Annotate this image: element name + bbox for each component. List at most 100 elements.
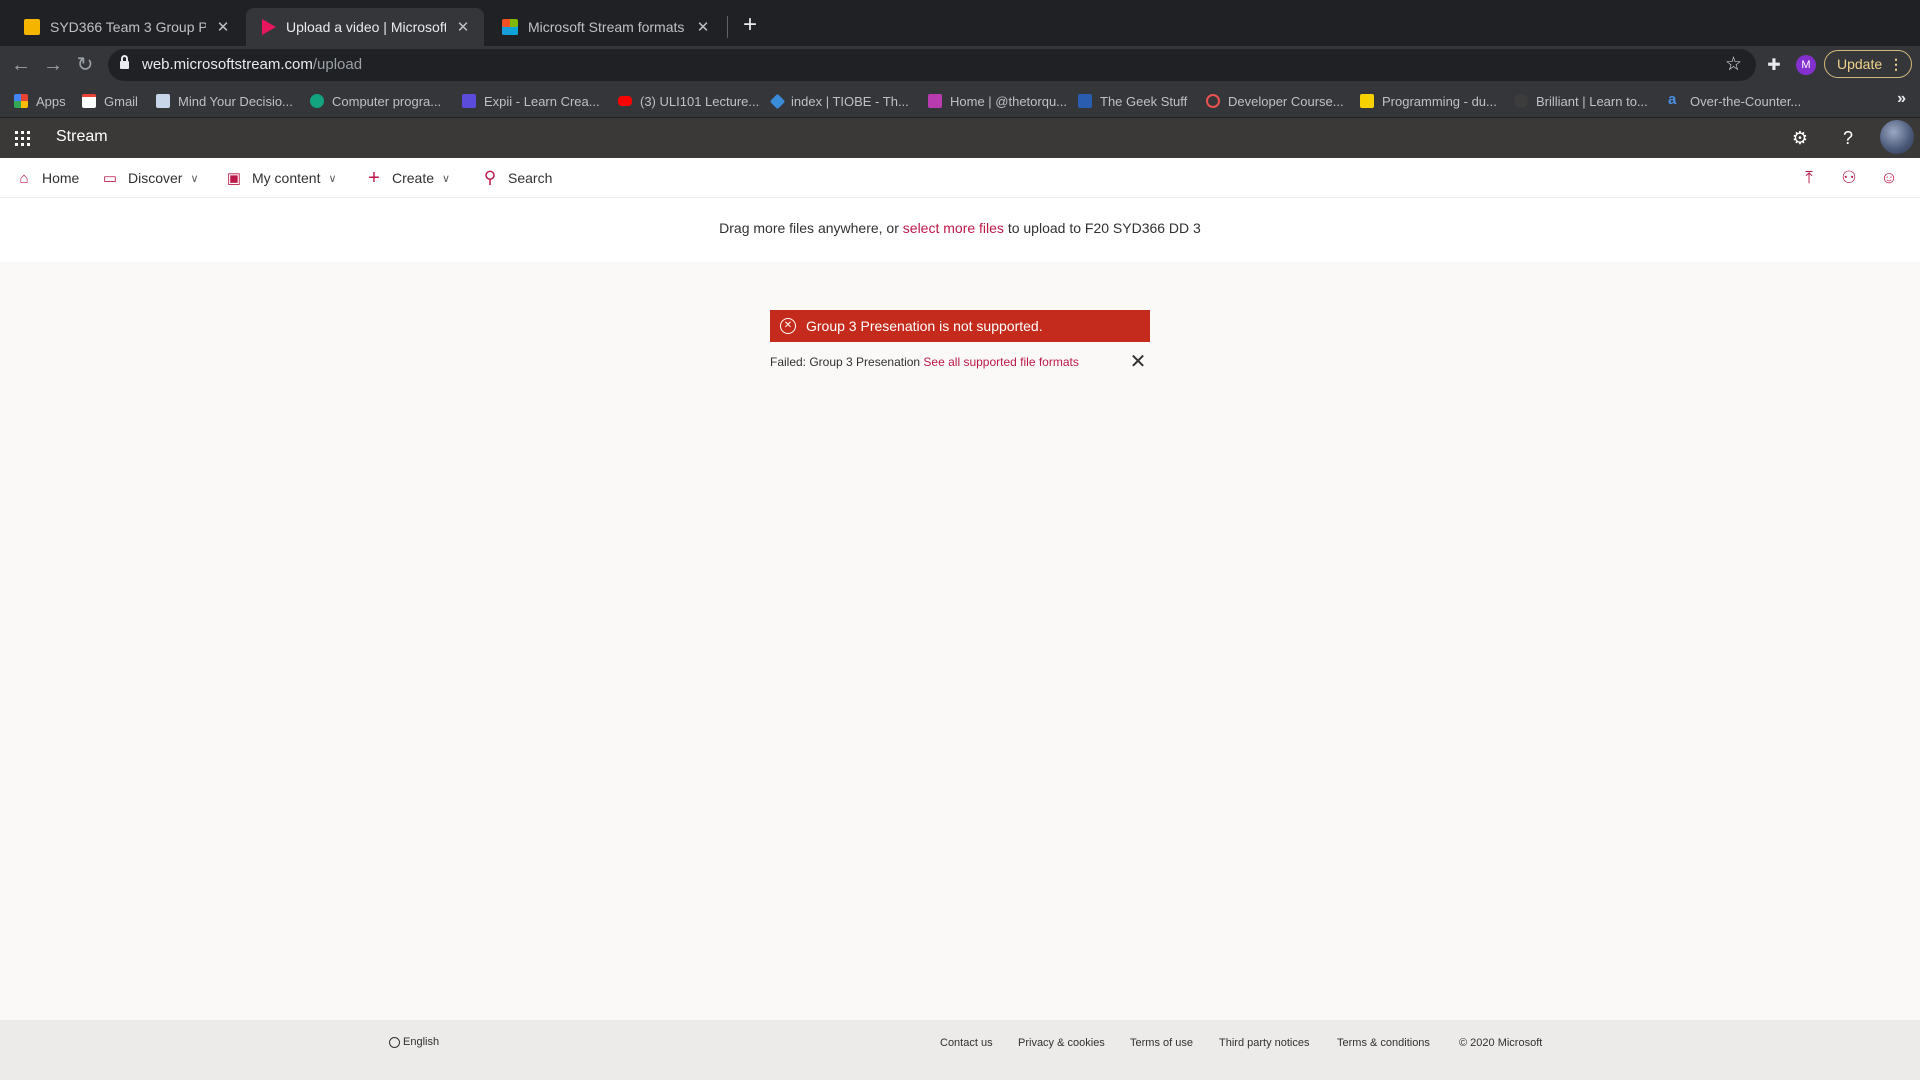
footer-link-third-party[interactable]: Third party notices <box>1219 1037 1309 1049</box>
chevron-down-icon: ∨ <box>328 172 337 185</box>
nav-create[interactable]: + Create ∨ <box>366 158 450 198</box>
bookmark-label: Brilliant | Learn to... <box>1536 93 1648 109</box>
upload-drop-area[interactable]: Drag more files anywhere, or select more… <box>0 198 1920 262</box>
extensions-puzzle-icon[interactable]: ✚ <box>1764 55 1784 75</box>
more-menu-icon: ⋮ <box>1889 56 1903 72</box>
user-avatar[interactable] <box>1880 120 1914 154</box>
home-icon <box>928 94 942 108</box>
help-icon[interactable]: ? <box>1836 126 1860 150</box>
close-tab-icon[interactable]: ✕ <box>694 18 712 36</box>
language-selector[interactable]: English <box>389 1036 439 1048</box>
close-icon[interactable]: ✕ <box>1128 352 1148 372</box>
nav-discover-label: Discover <box>128 170 183 186</box>
brilliant-icon <box>1514 94 1528 108</box>
nav-home[interactable]: ⌂ Home <box>16 158 79 198</box>
bookmark-label: index | TIOBE - Th... <box>791 93 909 109</box>
select-more-files-link[interactable]: select more files <box>903 220 1004 236</box>
bookmark-label: Mind Your Decisio... <box>178 93 293 109</box>
lock-icon <box>120 55 129 70</box>
nav-create-label: Create <box>392 170 435 186</box>
person-add-icon[interactable]: ⚇ <box>1838 167 1860 189</box>
settings-gear-icon[interactable]: ⚙ <box>1788 126 1812 150</box>
bookmark-geek-stuff[interactable]: The Geek Stuff <box>1078 92 1187 110</box>
bookmark-label: Home | @thetorqu... <box>950 93 1068 109</box>
bookmark-tiobe[interactable]: index | TIOBE - Th... <box>769 92 909 110</box>
nav-home-label: Home <box>42 170 80 186</box>
stream-nav-bar: ⌂ Home ▭ Discover ∨ ▣ My content ∨ + Create ∨ ⚲… <box>0 158 1920 198</box>
nav-my-content[interactable]: ▣ My content ∨ <box>226 158 337 198</box>
browser-tab-strip: SYD366 Team 3 Group Present ✕ Upload a v… <box>0 0 1920 46</box>
search-placeholder: Search <box>508 170 553 186</box>
failed-text: Failed: Group 3 Presenation <box>770 355 924 369</box>
chevron-down-icon: ∨ <box>442 172 451 185</box>
close-tab-icon[interactable]: ✕ <box>214 18 232 36</box>
supported-formats-link[interactable]: See all supported file formats <box>923 355 1078 369</box>
bookmark-label: The Geek Stuff <box>1100 93 1188 109</box>
language-label: English <box>403 1036 440 1048</box>
bookmark-expii[interactable]: Expii - Learn Crea... <box>462 92 600 110</box>
nav-discover[interactable]: ▭ Discover ∨ <box>102 158 199 198</box>
d-icon <box>1360 94 1374 108</box>
amazon-icon: a <box>1668 91 1677 108</box>
shield-icon <box>310 94 324 108</box>
bookmark-youtube[interactable]: (3) ULI101 Lecture... <box>618 92 759 110</box>
bookmark-over-the-counter[interactable]: a Over-the-Counter... <box>1668 92 1801 110</box>
footer-link-terms-conditions[interactable]: Terms & conditions <box>1337 1037 1430 1049</box>
browser-tab[interactable]: Microsoft Stream formats and ✕ <box>486 8 724 46</box>
footer-link-contact[interactable]: Contact us <box>940 1037 993 1049</box>
failed-upload-line: Failed: Group 3 Presenation See all supp… <box>770 355 1150 371</box>
bookmarks-overflow-icon[interactable]: » <box>1897 90 1906 108</box>
browser-toolbar: ← → ↻ web.microsoftstream.com/upload ☆ ✚… <box>0 46 1920 84</box>
url-domain: web.microsoftstream.com <box>142 56 313 73</box>
bookmark-computer-programming[interactable]: Computer progra... <box>310 92 441 110</box>
profile-avatar[interactable]: M <box>1796 55 1816 75</box>
reload-icon[interactable]: ↻ <box>72 52 98 78</box>
footer: English Contact us Privacy & cookies Ter… <box>0 1020 1920 1080</box>
url-path: /upload <box>312 56 363 73</box>
bookmark-developer-courses[interactable]: Developer Course... <box>1206 92 1344 110</box>
geek-icon <box>1078 94 1092 108</box>
smiley-feedback-icon[interactable]: ☺ <box>1878 167 1900 189</box>
bookmark-label: Developer Course... <box>1228 93 1344 109</box>
copyright: © 2020 Microsoft <box>1459 1037 1543 1049</box>
gmail-icon <box>82 94 96 108</box>
bookmark-label: Programming - du... <box>1382 93 1497 109</box>
error-circle-icon: ✕ <box>780 318 796 334</box>
new-tab-button[interactable]: + <box>736 12 764 40</box>
stream-icon <box>262 19 276 35</box>
bookmark-label: Gmail <box>104 93 138 109</box>
bookmark-programming[interactable]: Programming - du... <box>1360 92 1497 110</box>
upload-prefix: Drag more files anywhere, or <box>719 220 903 236</box>
address-bar[interactable]: web.microsoftstream.com/upload ☆ <box>108 49 1756 81</box>
discover-icon: ▭ <box>102 170 118 187</box>
browser-tab-active[interactable]: Upload a video | Microsoft Stre ✕ <box>246 8 484 46</box>
back-arrow-icon[interactable]: ← <box>8 52 34 78</box>
plus-icon: + <box>368 166 380 189</box>
tab-title: Microsoft Stream formats and <box>528 19 686 35</box>
bookmark-thetorque[interactable]: Home | @thetorqu... <box>928 92 1067 110</box>
bookmark-apps[interactable]: Apps <box>14 92 66 110</box>
bookmark-label: Expii - Learn Crea... <box>484 93 600 109</box>
home-icon: ⌂ <box>19 169 29 187</box>
footer-link-terms-of-use[interactable]: Terms of use <box>1130 1037 1193 1049</box>
footer-link-privacy[interactable]: Privacy & cookies <box>1018 1037 1105 1049</box>
upload-suffix: to upload to F20 SYD366 DD 3 <box>1003 220 1201 236</box>
bookmark-gmail[interactable]: Gmail <box>82 92 138 110</box>
bookmark-mind-your-decisions[interactable]: Mind Your Decisio... <box>156 92 293 110</box>
udemy-icon <box>1206 94 1220 108</box>
search-icon: ⚲ <box>483 168 497 187</box>
upload-arrow-icon[interactable]: ⤒ <box>1798 167 1820 189</box>
bookmark-label: Apps <box>36 93 66 109</box>
app-launcher-waffle-icon[interactable] <box>15 131 31 147</box>
bookmark-brilliant[interactable]: Brilliant | Learn to... <box>1514 92 1648 110</box>
browser-tab[interactable]: SYD366 Team 3 Group Present ✕ <box>8 8 244 46</box>
update-button[interactable]: Update ⋮ <box>1824 50 1912 78</box>
update-label: Update <box>1837 56 1883 72</box>
forward-arrow-icon[interactable]: → <box>40 52 66 78</box>
search-box[interactable]: ⚲ Search <box>482 158 553 198</box>
close-tab-icon[interactable]: ✕ <box>454 18 472 36</box>
app-name[interactable]: Stream <box>56 128 108 146</box>
bookmark-star-icon[interactable]: ☆ <box>1725 53 1742 76</box>
google-slides-icon <box>24 19 40 35</box>
tab-title: SYD366 Team 3 Group Present <box>50 19 206 35</box>
